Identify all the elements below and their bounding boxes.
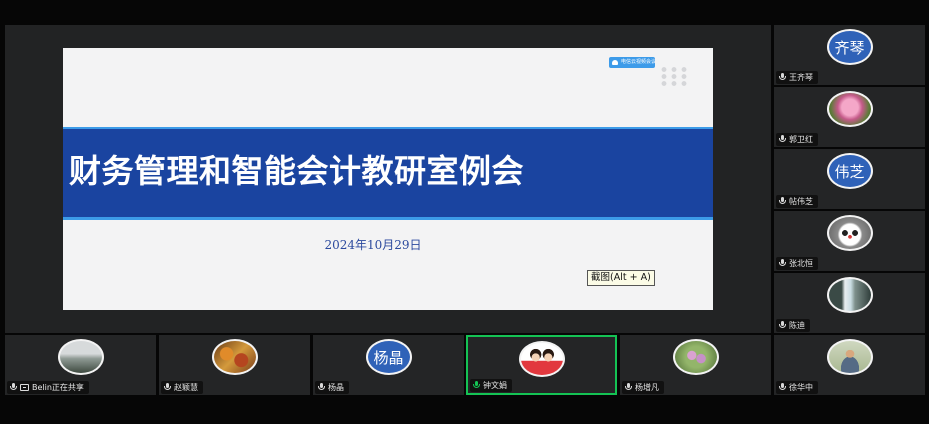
participant-name: 帖伟芝	[789, 197, 813, 206]
participant-name: 郭卫红	[789, 135, 813, 144]
participant-label: 杨增凡	[622, 381, 664, 394]
avatar	[672, 339, 719, 375]
avatar: 伟芝	[826, 153, 873, 189]
avatar	[826, 91, 873, 127]
microphone-icon	[779, 321, 786, 330]
microphone-active-icon	[473, 381, 480, 390]
avatar	[826, 277, 873, 313]
participant-name: 杨晶	[328, 383, 344, 392]
participant-tile[interactable]: 伟芝 帖伟芝	[774, 149, 925, 209]
participant-tile[interactable]: 赵颖慧	[159, 335, 310, 395]
avatar: 齐琴	[826, 29, 873, 65]
participant-name: 徐华中	[789, 383, 813, 392]
participant-tile[interactable]: 郭卫红	[774, 87, 925, 147]
avatar	[826, 339, 873, 375]
title-band: 财务管理和智能会计教研室例会	[63, 127, 713, 220]
participant-tile[interactable]: 齐琴 王齐琴	[774, 25, 925, 85]
microphone-icon	[10, 383, 17, 392]
slide-date: 2024年10月29日	[324, 238, 422, 252]
microphone-icon	[779, 197, 786, 206]
participant-tile[interactable]: 陈迪	[774, 273, 925, 333]
screen-share-icon	[20, 384, 29, 391]
slide-logo: 电信云视频会议	[609, 57, 655, 68]
avatar	[518, 341, 565, 377]
meeting-window: 电信云视频会议 财务管理和智能会计教研室例会 2024年10月29日 截图(Al…	[0, 0, 929, 424]
microphone-icon	[779, 259, 786, 268]
shared-screen-area[interactable]: 电信云视频会议 财务管理和智能会计教研室例会 2024年10月29日 截图(Al…	[5, 25, 771, 333]
avatar: 杨晶	[365, 339, 412, 375]
participant-label: 帖伟芝	[776, 195, 818, 208]
avatar	[211, 339, 258, 375]
participant-label: 张北恒	[776, 257, 818, 270]
participant-label: Belin正在共享	[7, 381, 89, 394]
participant-label: 徐华中	[776, 381, 818, 394]
participant-label: 赵颖慧	[161, 381, 203, 394]
participant-name: 王齐琴	[789, 73, 813, 82]
participant-tile[interactable]: 杨晶 杨晶	[313, 335, 464, 395]
microphone-icon	[318, 383, 325, 392]
participant-label: 钟文娟	[470, 379, 512, 392]
microphone-icon	[164, 383, 171, 392]
microphone-icon	[779, 73, 786, 82]
participant-name: 赵颖慧	[174, 383, 198, 392]
participant-name: 陈迪	[789, 321, 805, 330]
participant-label: 杨晶	[315, 381, 349, 394]
participant-name: Belin正在共享	[32, 383, 84, 392]
presentation-slide: 电信云视频会议 财务管理和智能会计教研室例会 2024年10月29日 截图(Al…	[63, 48, 713, 310]
microphone-icon	[625, 383, 632, 392]
participant-tile[interactable]: 杨增凡	[620, 335, 771, 395]
participant-tile[interactable]: 张北恒	[774, 211, 925, 271]
participant-name: 张北恒	[789, 259, 813, 268]
participant-name: 钟文娟	[483, 381, 507, 390]
participant-tile-active-speaker[interactable]: 钟文娟	[466, 335, 617, 395]
participant-tile[interactable]: Belin正在共享	[5, 335, 156, 395]
microphone-icon	[779, 135, 786, 144]
decorative-dots	[659, 66, 689, 86]
participant-name: 杨增凡	[635, 383, 659, 392]
avatar	[57, 339, 104, 375]
microphone-icon	[779, 383, 786, 392]
participant-label: 郭卫红	[776, 133, 818, 146]
participant-label: 陈迪	[776, 319, 810, 332]
participant-tile[interactable]: 徐华中	[774, 335, 925, 395]
participant-label: 王齐琴	[776, 71, 818, 84]
slide-title: 财务管理和智能会计教研室例会	[69, 152, 525, 190]
screenshot-tooltip: 截图(Alt + A)	[587, 270, 655, 286]
avatar	[826, 215, 873, 251]
